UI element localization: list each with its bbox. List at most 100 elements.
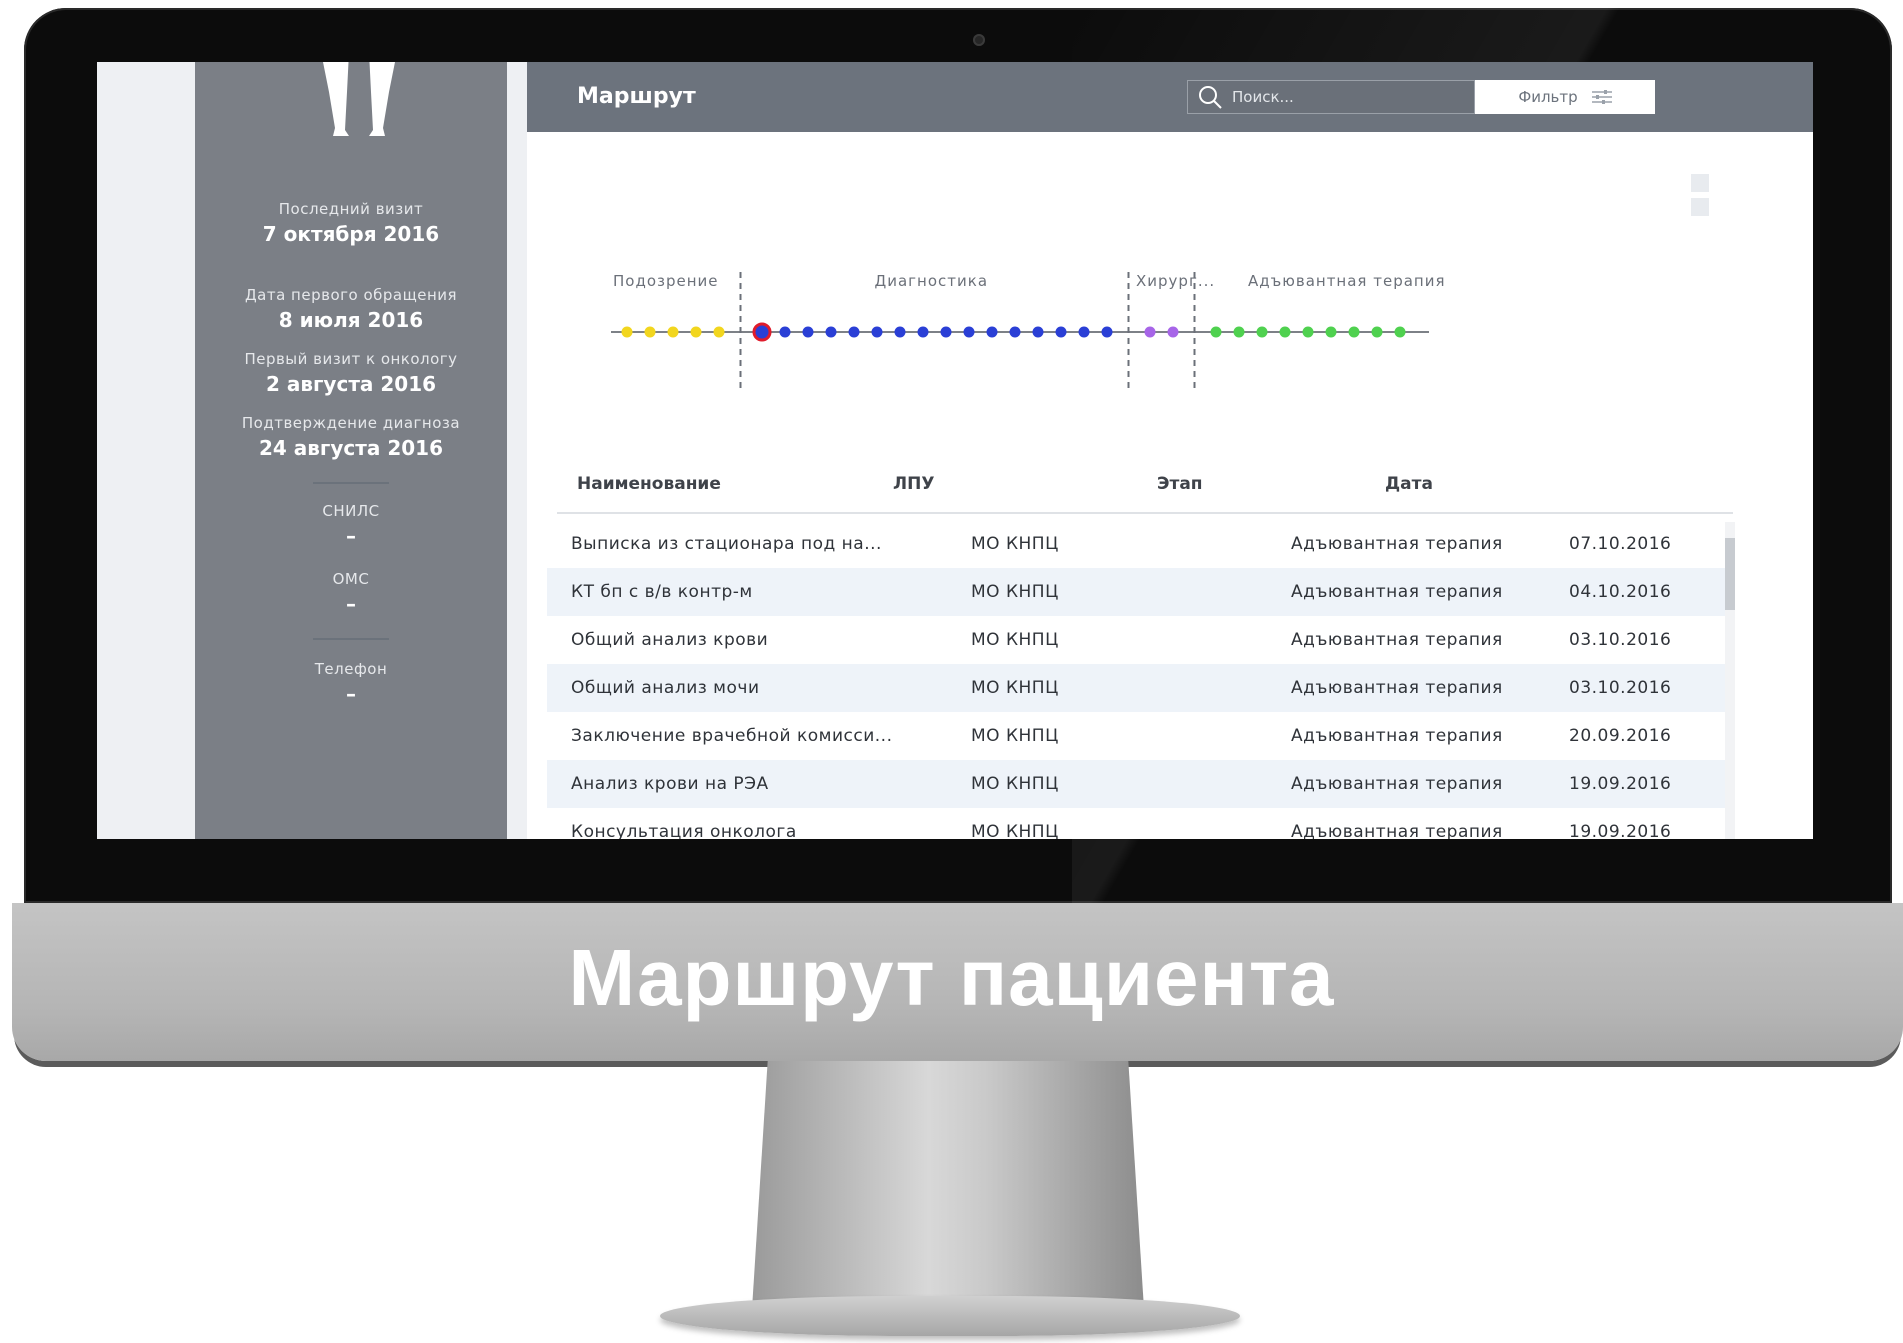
table-row[interactable]: Анализ крови на РЭА МО КНПЦ Адъювантная те… — [547, 760, 1733, 808]
column-header-date[interactable]: Дата — [1385, 474, 1433, 494]
first-contact: Дата первого обращения 8 июля 2016 — [195, 286, 507, 332]
timeline-event-dot-selected[interactable] — [752, 322, 772, 342]
patient-sidebar: Последний визит 7 октября 2016 Дата перв… — [195, 62, 507, 839]
sidebar-divider — [313, 482, 389, 484]
timeline-event-dot[interactable] — [779, 326, 791, 338]
route-timeline: Подозрение Диагностика Хирург... Адъювантна… — [527, 202, 1813, 402]
first-oncologist-value: 2 августа 2016 — [265, 372, 437, 396]
table-row[interactable]: Общий анализ крови МО КНПЦ Адъювантная тер… — [547, 616, 1733, 664]
page-title: Маршрут — [577, 84, 696, 109]
scrollbar-thumb[interactable] — [1725, 538, 1735, 610]
oms-value: – — [346, 592, 356, 616]
diagnosis-confirmed-label: Подтверждение диагноза — [241, 414, 461, 432]
cell-lpu: МО КНПЦ — [971, 630, 1059, 650]
timeline-event-dot[interactable] — [690, 326, 702, 338]
timeline-event-dot[interactable] — [963, 326, 975, 338]
route-panel: Маршрут Фильтр — [527, 62, 1813, 839]
cell-name: Консультация онколога — [571, 822, 797, 839]
first-oncologist-label: Первый визит к онкологу — [244, 350, 458, 368]
screen: Последний визит 7 октября 2016 Дата перв… — [97, 62, 1813, 839]
timeline-stage-label: Хирург... — [1136, 272, 1216, 290]
table-row[interactable]: Консультация онколога МО КНПЦ Адъювантная … — [547, 808, 1733, 839]
table-row[interactable]: Выписка из стационара под на... МО КНПЦ Ад… — [547, 520, 1733, 568]
column-header-name[interactable]: Наименование — [577, 474, 721, 494]
cell-date: 20.09.2016 — [1569, 726, 1672, 746]
snils-label: СНИЛС — [322, 502, 380, 520]
filter-sliders-icon — [1591, 90, 1612, 104]
timeline-event-dot[interactable] — [1009, 326, 1021, 338]
cell-stage: Адъювантная терапия — [1291, 582, 1503, 602]
timeline-event-dot[interactable] — [894, 326, 906, 338]
cell-stage: Адъювантная терапия — [1291, 774, 1503, 794]
timeline-event-dot[interactable] — [1210, 326, 1222, 338]
timeline-event-dot[interactable] — [1348, 326, 1360, 338]
cell-date: 04.10.2016 — [1569, 582, 1672, 602]
timeline-event-dot[interactable] — [1144, 326, 1156, 338]
cell-date: 07.10.2016 — [1569, 534, 1672, 554]
table-scrollbar[interactable] — [1725, 522, 1735, 839]
cell-name: Заключение врачебной комисси... — [571, 726, 893, 746]
timeline-event-dot[interactable] — [871, 326, 883, 338]
oms-label: ОМС — [332, 570, 370, 588]
timeline-event-dot[interactable] — [1055, 326, 1067, 338]
search-box[interactable] — [1187, 80, 1475, 114]
timeline-event-dot[interactable] — [848, 326, 860, 338]
phone-value: – — [346, 682, 356, 706]
first-contact-label: Дата первого обращения — [244, 286, 458, 304]
search-input[interactable] — [1230, 87, 1454, 107]
table-row[interactable]: Заключение врачебной комисси... МО КНПЦ Ад… — [547, 712, 1733, 760]
table-row[interactable]: Общий анализ мочи МО КНПЦ Адъювантная тера… — [547, 664, 1733, 712]
cell-date: 19.09.2016 — [1569, 774, 1672, 794]
timeline-stage-label: Адъювантная терапия — [1248, 272, 1446, 290]
last-visit: Последний визит 7 октября 2016 — [195, 200, 507, 246]
timeline-event-dot[interactable] — [802, 326, 814, 338]
timeline-event-dot[interactable] — [1302, 326, 1314, 338]
diagnosis-confirmed: Подтверждение диагноза 24 августа 2016 — [195, 414, 507, 460]
timeline-event-dot[interactable] — [1325, 326, 1337, 338]
timeline-event-dot[interactable] — [621, 326, 633, 338]
cell-stage: Адъювантная терапия — [1291, 726, 1503, 746]
timeline-event-dot[interactable] — [1032, 326, 1044, 338]
timeline-event-dot[interactable] — [986, 326, 998, 338]
table-header: Наименование ЛПУ Этап Дата — [557, 462, 1733, 514]
timeline-event-dot[interactable] — [1256, 326, 1268, 338]
column-header-stage[interactable]: Этап — [1157, 474, 1203, 494]
cell-lpu: МО КНПЦ — [971, 822, 1059, 839]
zoom-in-icon[interactable] — [1691, 174, 1709, 192]
cell-date: 03.10.2016 — [1569, 678, 1672, 698]
timeline-event-dot[interactable] — [917, 326, 929, 338]
timeline-event-dot[interactable] — [713, 326, 725, 338]
first-oncologist-visit: Первый визит к онкологу 2 августа 2016 — [195, 350, 507, 396]
cell-lpu: МО КНПЦ — [971, 726, 1059, 746]
phone: Телефон – — [195, 660, 507, 706]
timeline-event-dot[interactable] — [825, 326, 837, 338]
timeline-event-dot[interactable] — [940, 326, 952, 338]
timeline-event-dot[interactable] — [1167, 326, 1179, 338]
cell-stage: Адъювантная терапия — [1291, 534, 1503, 554]
monitor-base — [660, 1296, 1240, 1336]
oms: ОМС – — [195, 570, 507, 616]
filter-label: Фильтр — [1518, 88, 1578, 106]
cell-date: 03.10.2016 — [1569, 630, 1672, 650]
snils: СНИЛС – — [195, 502, 507, 548]
caption: Маршрут пациента — [568, 933, 1335, 1022]
cell-lpu: МО КНПЦ — [971, 774, 1059, 794]
last-visit-label: Последний визит — [278, 200, 424, 218]
snils-value: – — [346, 524, 356, 548]
timeline-event-dot[interactable] — [1078, 326, 1090, 338]
timeline-event-dot[interactable] — [1394, 326, 1406, 338]
table-row[interactable]: КТ бп с в/в контр-м МО КНПЦ Адъювантная те… — [547, 568, 1733, 616]
column-header-lpu[interactable]: ЛПУ — [893, 474, 934, 494]
timeline-event-dot[interactable] — [644, 326, 656, 338]
cell-lpu: МО КНПЦ — [971, 534, 1059, 554]
timeline-event-dot[interactable] — [1101, 326, 1113, 338]
body-silhouette-icon — [323, 62, 395, 136]
camera-icon — [973, 34, 985, 46]
timeline-event-dot[interactable] — [1371, 326, 1383, 338]
cell-date: 19.09.2016 — [1569, 822, 1672, 839]
timeline-event-dot[interactable] — [1279, 326, 1291, 338]
timeline-event-dot[interactable] — [667, 326, 679, 338]
filter-button[interactable]: Фильтр — [1475, 80, 1655, 114]
timeline-event-dot[interactable] — [1233, 326, 1245, 338]
cell-lpu: МО КНПЦ — [971, 582, 1059, 602]
